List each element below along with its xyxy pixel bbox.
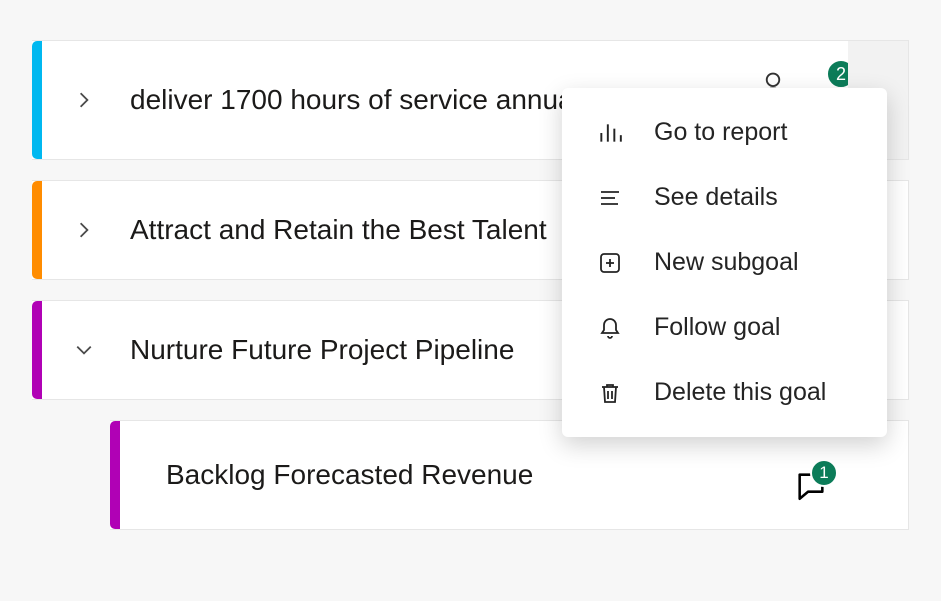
comments-button[interactable]: 1 — [794, 469, 828, 503]
menu-see-details[interactable]: See details — [562, 165, 887, 230]
menu-label: See details — [654, 183, 778, 212]
bar-chart-icon — [596, 119, 624, 147]
menu-delete-goal[interactable]: Delete this goal — [562, 360, 887, 425]
expand-toggle[interactable] — [68, 84, 100, 116]
expand-toggle[interactable] — [68, 214, 100, 246]
menu-label: New subgoal — [654, 248, 799, 277]
accent-bar — [32, 181, 42, 279]
chevron-right-icon — [75, 221, 93, 239]
list-icon — [596, 184, 624, 212]
menu-label: Go to report — [654, 118, 787, 147]
comment-count-badge: 1 — [810, 459, 838, 487]
menu-go-to-report[interactable]: Go to report — [562, 100, 887, 165]
chevron-down-icon — [75, 341, 93, 359]
chevron-right-icon — [75, 91, 93, 109]
menu-label: Follow goal — [654, 313, 780, 342]
accent-bar — [110, 421, 120, 529]
accent-bar — [32, 301, 42, 399]
menu-follow-goal[interactable]: Follow goal — [562, 295, 887, 360]
accent-bar — [32, 41, 42, 159]
menu-label: Delete this goal — [654, 378, 826, 407]
bell-icon — [596, 314, 624, 342]
trash-icon — [596, 379, 624, 407]
goal-context-menu: Go to report See details New subgoal Fol… — [562, 88, 887, 437]
expand-toggle[interactable] — [68, 334, 100, 366]
menu-new-subgoal[interactable]: New subgoal — [562, 230, 887, 295]
plus-square-icon — [596, 249, 624, 277]
